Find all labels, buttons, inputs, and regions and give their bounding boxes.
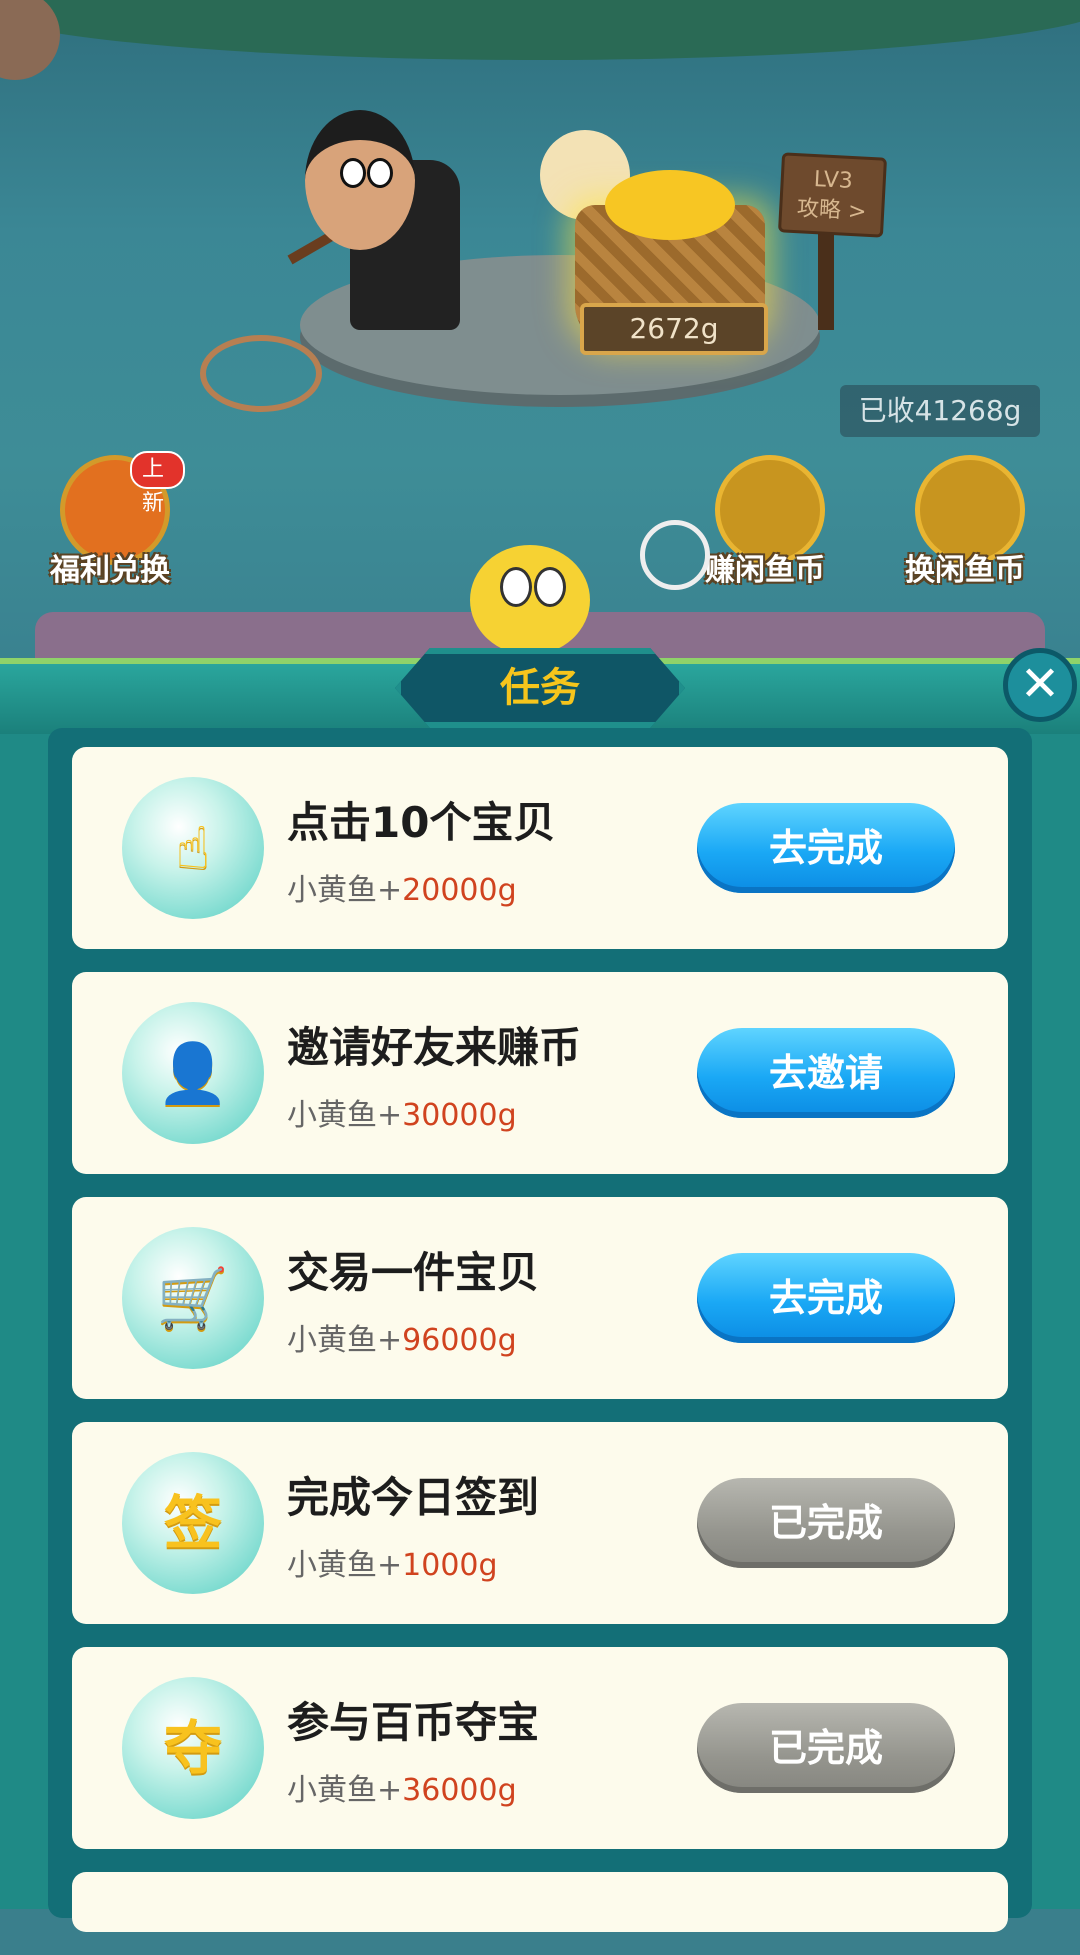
mascot-net-icon — [640, 520, 710, 590]
reward-amount: 36000g — [402, 1773, 517, 1808]
panel-title: 任务 — [500, 665, 580, 711]
task-title: 邀请好友来赚币 — [287, 1023, 582, 1072]
reward-amount: 30000g — [402, 1098, 517, 1133]
eye-icon — [340, 158, 366, 188]
earn-coins-button[interactable]: 赚闲鱼币 — [690, 455, 840, 595]
completed-button[interactable]: 已完成 — [697, 1478, 955, 1568]
task-item: 签 完成今日签到 小黄鱼+1000g 已完成 — [72, 1422, 1008, 1624]
exchange-coins-button[interactable]: 换闲鱼币 — [890, 455, 1040, 595]
task-title: 交易一件宝贝 — [287, 1248, 540, 1297]
go-complete-button[interactable]: 去完成 — [697, 1253, 955, 1343]
reward-prefix: 小黄鱼+ — [287, 1323, 403, 1358]
guide-link: 攻略 > — [796, 196, 868, 225]
task-item: 夺 参与百币夺宝 小黄鱼+36000g 已完成 — [72, 1647, 1008, 1849]
welfare-exchange-button[interactable]: 上新 福利兑换 — [35, 451, 185, 595]
welfare-exchange-label: 福利兑换 — [50, 553, 170, 588]
game-scene: 2672g LV3 攻略 > 已收41268g 上新 福利兑换 赚闲鱼币 换闲鱼… — [0, 0, 1080, 660]
task-item: ☝ 点击10个宝贝 小黄鱼+20000g 去完成 — [72, 747, 1008, 949]
task-item: 👤 邀请好友来赚币 小黄鱼+30000g 去邀请 — [72, 972, 1008, 1174]
treasure-icon: 夺 — [122, 1677, 264, 1819]
task-reward: 小黄鱼+96000g — [287, 1315, 517, 1359]
reward-prefix: 小黄鱼+ — [287, 1548, 403, 1583]
yellow-fish-pile — [605, 170, 735, 240]
reward-amount: 20000g — [402, 873, 517, 908]
sign-post — [818, 230, 834, 330]
reward-amount: 1000g — [402, 1548, 498, 1583]
rock — [0, 0, 60, 80]
exchange-coins-label: 换闲鱼币 — [905, 553, 1025, 588]
task-item — [72, 1872, 1008, 1932]
reward-amount: 96000g — [402, 1323, 517, 1358]
reward-prefix: 小黄鱼+ — [287, 1773, 403, 1808]
close-icon[interactable]: ✕ — [1003, 648, 1077, 722]
task-title: 完成今日签到 — [287, 1473, 540, 1522]
shoreline — [0, 0, 1080, 60]
fisherman-character[interactable] — [305, 110, 415, 250]
hand-tap-icon: ☝ — [122, 777, 264, 919]
go-invite-button[interactable]: 去邀请 — [697, 1028, 955, 1118]
eye-icon — [500, 567, 532, 607]
sign-in-icon: 签 — [122, 1452, 264, 1594]
go-complete-button[interactable]: 去完成 — [697, 803, 955, 893]
task-item: 🛒 交易一件宝贝 小黄鱼+96000g 去完成 — [72, 1197, 1008, 1399]
completed-button[interactable]: 已完成 — [697, 1703, 955, 1793]
collected-total: 已收41268g — [840, 385, 1040, 437]
task-reward: 小黄鱼+1000g — [287, 1540, 498, 1584]
task-reward: 小黄鱼+30000g — [287, 1090, 517, 1134]
fishing-net-icon — [200, 335, 322, 412]
task-list: ☝ 点击10个宝贝 小黄鱼+20000g 去完成 👤 邀请好友来赚币 小黄鱼+3… — [72, 747, 1008, 1955]
task-reward: 小黄鱼+20000g — [287, 865, 517, 909]
basket-weight: 2672g — [580, 303, 768, 355]
cart-icon: 🛒 — [122, 1227, 264, 1369]
task-title: 点击10个宝贝 — [287, 798, 556, 847]
task-title: 参与百币夺宝 — [287, 1698, 540, 1747]
add-friend-icon: 👤 — [122, 1002, 264, 1144]
eye-icon — [534, 567, 566, 607]
yellow-fish-mascot — [470, 545, 590, 655]
earn-coins-label: 赚闲鱼币 — [705, 553, 825, 588]
new-badge: 上新 — [130, 451, 185, 516]
reward-prefix: 小黄鱼+ — [287, 1098, 403, 1133]
reward-prefix: 小黄鱼+ — [287, 873, 403, 908]
level-guide-sign[interactable]: LV3 攻略 > — [777, 152, 888, 238]
eye-icon — [367, 158, 393, 188]
task-reward: 小黄鱼+36000g — [287, 1765, 517, 1809]
